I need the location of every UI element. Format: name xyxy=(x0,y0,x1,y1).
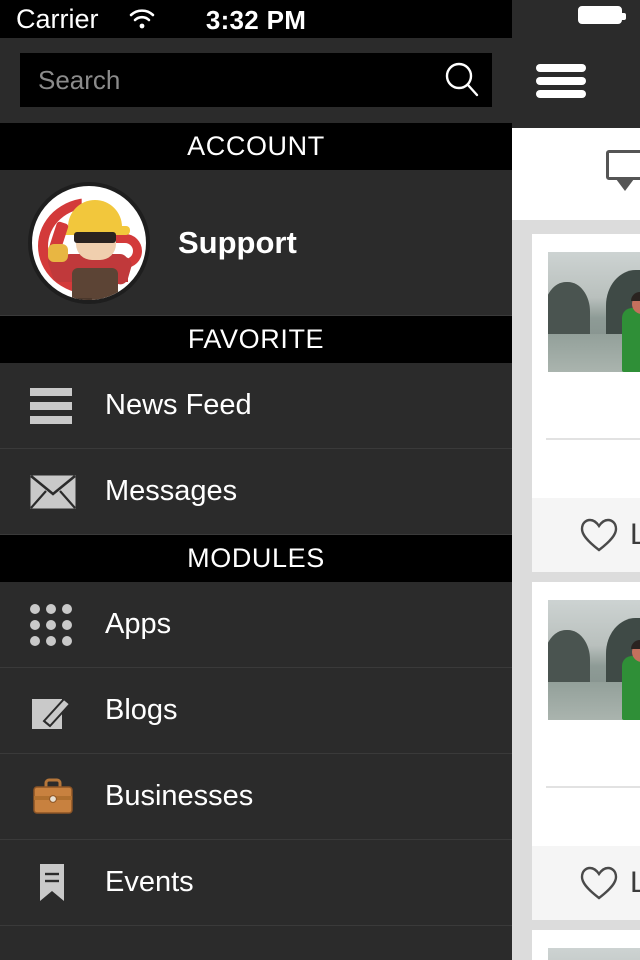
sidebar-item-blogs[interactable]: Blogs xyxy=(0,668,512,754)
search-field[interactable] xyxy=(20,53,492,107)
like-label[interactable]: Like xyxy=(630,866,640,900)
feed-card-photo xyxy=(548,948,640,960)
sidebar-drawer: Carrier 3:32 PM Search ACCOUNT Support F… xyxy=(0,0,512,960)
feed-card[interactable] xyxy=(532,930,640,960)
like-label[interactable]: Like xyxy=(630,518,640,552)
section-header-favorite: FAVORITE xyxy=(0,316,512,363)
sidebar-item-label: Blogs xyxy=(105,694,178,726)
feed-card-photo xyxy=(548,252,640,372)
clock-label: 3:32 PM xyxy=(205,5,307,35)
sidebar-item-events[interactable]: Events xyxy=(0,840,512,926)
feed-card-photo xyxy=(548,600,640,720)
sidebar-item-apps[interactable]: Apps xyxy=(0,582,512,668)
feed-card-actions[interactable]: Like xyxy=(532,846,640,920)
sidebar-item-label: Businesses xyxy=(105,780,254,812)
sidebar-item-account[interactable]: Support xyxy=(0,170,512,316)
search-container xyxy=(0,38,512,123)
section-header-account: ACCOUNT xyxy=(0,123,512,170)
sidebar-item-news-feed[interactable]: News Feed xyxy=(0,363,512,449)
feed-card-actions[interactable]: Like xyxy=(532,498,640,572)
speech-bubble-icon[interactable] xyxy=(606,150,640,191)
pencil-square-icon xyxy=(30,689,88,733)
search-input[interactable] xyxy=(20,64,432,96)
envelope-icon xyxy=(30,474,88,509)
sidebar-item-businesses[interactable]: Businesses xyxy=(0,754,512,840)
sidebar-item-messages[interactable]: Messages xyxy=(0,449,512,535)
feed-card[interactable]: Like xyxy=(532,582,640,920)
battery-full-icon xyxy=(578,6,626,24)
bookmark-icon xyxy=(30,861,88,905)
avatar-construction-worker xyxy=(28,181,150,304)
heart-outline-icon[interactable] xyxy=(580,866,618,900)
heart-outline-icon[interactable] xyxy=(580,518,618,552)
briefcase-icon xyxy=(30,777,88,817)
lines-icon xyxy=(30,387,88,424)
feed-card[interactable]: Like xyxy=(532,234,640,572)
section-header-modules: MODULES xyxy=(0,535,512,582)
app-screen: Like Like xyxy=(0,0,640,960)
grid-dots-icon xyxy=(30,603,88,646)
search-icon[interactable] xyxy=(432,53,492,107)
account-name: Support xyxy=(178,224,297,260)
hamburger-icon[interactable] xyxy=(536,64,586,98)
sidebar-item-label: Messages xyxy=(105,475,238,507)
sidebar-item-label: Apps xyxy=(105,608,172,640)
sidebar-item-label: Events xyxy=(105,866,194,898)
sidebar-item-label: News Feed xyxy=(105,389,252,421)
status-bar: Carrier 3:32 PM xyxy=(0,0,512,38)
